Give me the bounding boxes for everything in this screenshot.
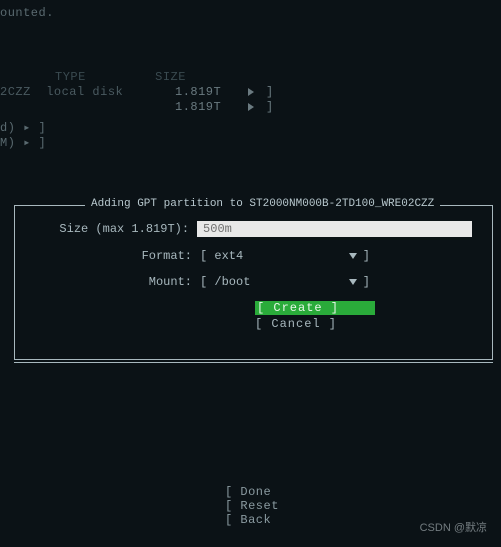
bg-text-disk-row: 2CZZ local disk (0, 85, 123, 99)
bg-text-tag2: M) ▸ ] (0, 135, 46, 150)
chevron-right-icon (248, 103, 254, 111)
footer-actions: [ Done [ Reset [ Back (225, 485, 279, 527)
size-label: Size (max 1.819T): (35, 222, 197, 236)
size-input[interactable]: 500m (197, 221, 472, 237)
bg-text-tag1: d) ▸ ] (0, 120, 46, 135)
bg-text-size2: 1.819T ] (175, 100, 274, 114)
format-select[interactable]: [ ext4] (200, 249, 370, 263)
bg-text-mounted: ounted. (0, 6, 54, 20)
create-button[interactable]: [ Create ] (255, 301, 375, 315)
bg-text-headers: TYPE SIZE (55, 70, 186, 84)
format-label: Format: (35, 249, 200, 263)
watermark: CSDN @默凉 (420, 519, 487, 535)
back-button[interactable]: [ Back (225, 513, 279, 527)
cancel-button[interactable]: [ Cancel ] (255, 317, 375, 331)
done-button[interactable]: [ Done (225, 485, 279, 499)
dialog-title: Adding GPT partition to ST2000NM000B-2TD… (85, 198, 440, 210)
bg-text-size1: 1.819T ] (175, 85, 274, 99)
chevron-right-icon (248, 88, 254, 96)
mount-select[interactable]: [ /boot] (200, 275, 370, 289)
chevron-down-icon (349, 253, 357, 259)
chevron-down-icon (349, 279, 357, 285)
mount-label: Mount: (35, 275, 200, 289)
partition-dialog: Adding GPT partition to ST2000NM000B-2TD… (14, 205, 493, 360)
divider (14, 362, 493, 363)
reset-button[interactable]: [ Reset (225, 499, 279, 513)
